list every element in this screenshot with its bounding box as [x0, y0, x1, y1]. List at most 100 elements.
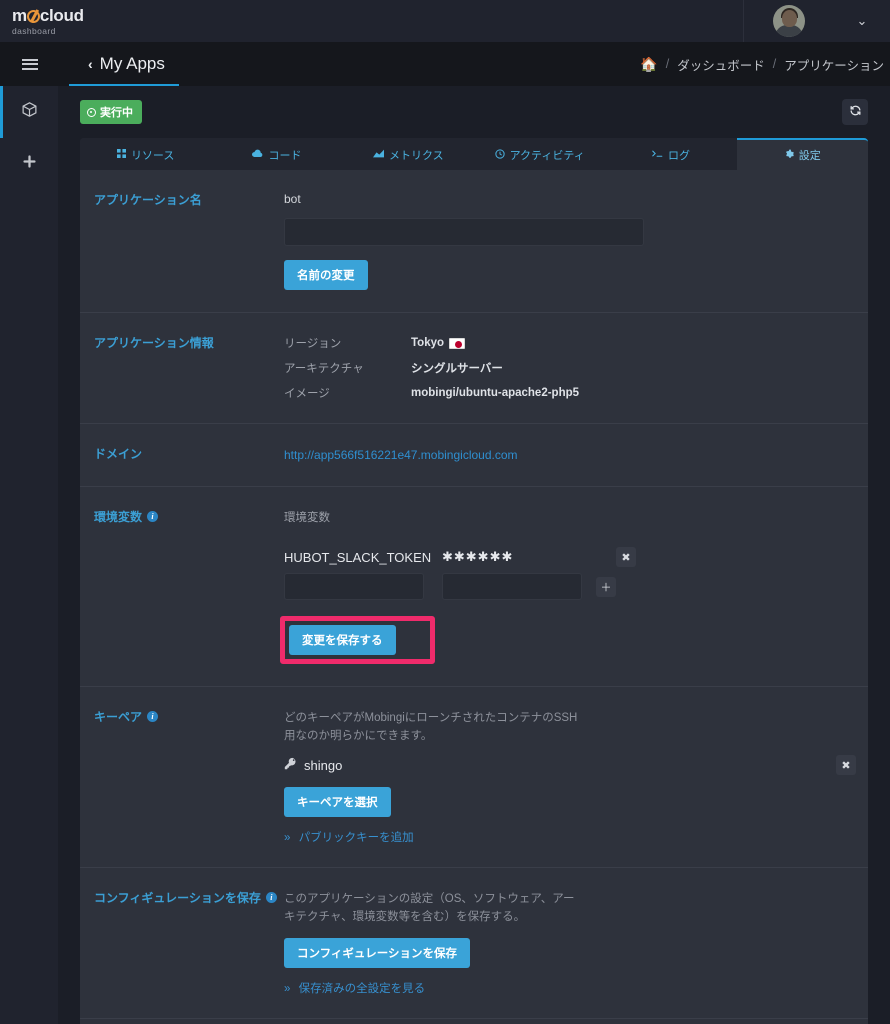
tab-label: メトリクス — [388, 150, 444, 162]
env-add-button[interactable]: ＋ — [596, 576, 616, 597]
section-label: アプリケーション名 — [94, 193, 202, 207]
section-label: ドメイン — [94, 447, 143, 461]
chart-icon — [372, 149, 384, 161]
section-label-text: コンフィギュレーションを保存 — [94, 891, 261, 905]
section-domain: ドメイン http://app566f516221e47.mobingiclou… — [80, 424, 868, 487]
info-value: mobingi/ubuntu-apache2-php5 — [411, 387, 580, 399]
my-apps-back-link[interactable]: ‹ My Apps — [88, 54, 165, 74]
info-key: リージョン — [284, 338, 342, 350]
domain-link[interactable]: http://app566f516221e47.mobingicloud.com — [284, 448, 518, 462]
breadcrumb-separator-2: / — [772, 57, 777, 71]
tab-label: リソース — [130, 150, 175, 162]
app-name-input[interactable] — [284, 218, 644, 246]
main-content: 実行中 リソース コード メトリクス アクティビティ ログ 設定 アプリケーショ… — [58, 86, 890, 1024]
breadcrumb-item-application[interactable]: アプリケーション — [784, 55, 884, 74]
tab-log[interactable]: ログ — [605, 138, 736, 170]
info-icon[interactable]: i — [147, 511, 159, 522]
avatar-image — [773, 5, 805, 37]
action-row: 実行中 — [80, 86, 868, 138]
avatar[interactable] — [744, 5, 834, 37]
brand-bar: m cloud dashboard ⌄ — [0, 0, 890, 42]
info-row-architecture: アーキテクチャ シングルサーバー — [284, 360, 868, 376]
env-new-key-input[interactable] — [284, 573, 424, 600]
section-content: リージョン Tokyo アーキテクチャ シングルサーバー イメージ mobing… — [284, 335, 868, 401]
tab-label: ログ — [667, 150, 690, 162]
tab-resource[interactable]: リソース — [80, 138, 211, 170]
tab-settings[interactable]: 設定 — [736, 138, 868, 170]
info-icon[interactable]: i — [265, 892, 277, 903]
info-icon[interactable]: i — [147, 711, 159, 722]
env-new-row: ＋ — [284, 573, 868, 600]
logo-text-left: m — [12, 5, 27, 25]
account-menu-button[interactable]: ⌄ — [834, 13, 890, 29]
env-row: HUBOT_SLACK_TOKEN ✱✱✱✱✱✱ ✖ — [284, 547, 868, 567]
section-label: アプリケーション情報 — [94, 336, 214, 350]
env-value: ✱✱✱✱✱✱ — [442, 549, 514, 564]
section-label-text: キーペア — [94, 710, 143, 724]
grid-icon — [116, 149, 126, 161]
view-saved-configs-label: 保存済みの全設定を見る — [298, 983, 426, 995]
info-row-image: イメージ mobingi/ubuntu-apache2-php5 — [284, 385, 868, 401]
section-content: bot 名前の変更 — [284, 192, 868, 290]
tab-bar: リソース コード メトリクス アクティビティ ログ 設定 — [80, 138, 868, 170]
tab-activity[interactable]: アクティビティ — [474, 138, 605, 170]
top-bar: ‹ My Apps 🏠 / ダッシュボード / アプリケーション — [0, 42, 890, 86]
section-env-vars: 環境変数 i 環境変数 HUBOT_SLACK_TOKEN ✱✱✱✱✱✱ ✖ ＋… — [80, 487, 868, 687]
section-content: このアプリケーションの設定（OS、ソフトウェア、アーキテクチャ、環境変数等を含む… — [284, 890, 868, 996]
keypair-remove-button[interactable]: ✖ — [836, 755, 856, 775]
breadcrumb-separator: / — [665, 57, 670, 71]
info-key: アーキテクチャ — [284, 363, 364, 375]
keypair-name-text: shingo — [304, 757, 343, 773]
select-keypair-button[interactable]: キーペアを選択 — [284, 787, 391, 817]
breadcrumb: 🏠 / ダッシュボード / アプリケーション — [640, 55, 884, 74]
section-content: 環境変数 HUBOT_SLACK_TOKEN ✱✱✱✱✱✱ ✖ ＋ 変更を保存す… — [280, 509, 868, 664]
section-app-info: アプリケーション情報 リージョン Tokyo アーキテクチャ シングルサーバー — [80, 313, 868, 424]
breadcrumb-item-dashboard[interactable]: ダッシュボード — [677, 55, 765, 74]
app-name-value: bot — [284, 192, 301, 206]
settings-body: アプリケーション名 bot 名前の変更 アプリケーション情報 リージョン Tok… — [80, 170, 868, 1024]
save-configuration-button[interactable]: コンフィギュレーションを保存 — [284, 938, 470, 968]
tab-metrics[interactable]: メトリクス — [343, 138, 474, 170]
section-delete-application: アプリケーションの削除 アプリケーションの削除.. — [80, 1019, 868, 1024]
env-new-value-input[interactable] — [442, 573, 582, 600]
cloud-upload-icon — [252, 149, 263, 161]
section-keypair: キーペア i どのキーペアがMobingiにローンチされたコンテナのSSH用なの… — [80, 687, 868, 868]
logo-circle-icon — [26, 9, 40, 23]
jp-flag-icon — [449, 337, 466, 349]
tab-code[interactable]: コード — [211, 138, 342, 170]
key-icon — [284, 757, 297, 773]
cube-icon — [21, 101, 38, 123]
rail-item-add[interactable] — [0, 138, 58, 190]
keypair-name: shingo — [284, 757, 342, 773]
save-button-highlight: 変更を保存する — [280, 616, 435, 664]
info-value: シングルサーバー — [411, 363, 503, 375]
view-saved-configs-link[interactable]: » 保存済みの全設定を見る — [284, 980, 868, 996]
refresh-icon — [849, 104, 862, 120]
refresh-button[interactable] — [842, 99, 868, 125]
menu-toggle-button[interactable] — [0, 56, 60, 72]
status-dot-icon — [87, 107, 96, 117]
left-rail — [0, 86, 58, 1024]
plus-icon — [21, 153, 38, 175]
rail-item-apps[interactable] — [0, 86, 58, 138]
status-badge[interactable]: 実行中 — [80, 100, 142, 124]
section-label: 環境変数 i — [94, 509, 284, 664]
logo[interactable]: m cloud dashboard — [0, 7, 90, 36]
chevron-down-icon: ⌄ — [856, 13, 868, 28]
info-key: イメージ — [284, 388, 330, 400]
env-table: HUBOT_SLACK_TOKEN ✱✱✱✱✱✱ ✖ ＋ — [284, 547, 868, 600]
keypair-description: どのキーペアがMobingiにローンチされたコンテナのSSH用なのか明らかにでき… — [284, 712, 578, 742]
page-title: My Apps — [99, 54, 165, 73]
env-remove-button[interactable]: ✖ — [616, 547, 636, 567]
section-content: http://app566f516221e47.mobingicloud.com — [284, 446, 868, 464]
rename-button[interactable]: 名前の変更 — [284, 260, 368, 290]
home-icon[interactable]: 🏠 — [640, 56, 657, 73]
chevron-left-icon: ‹ — [88, 56, 93, 72]
add-public-key-link[interactable]: » パブリックキーを追加 — [284, 829, 868, 845]
env-save-button[interactable]: 変更を保存する — [289, 625, 396, 655]
env-key: HUBOT_SLACK_TOKEN — [284, 549, 432, 565]
keypair-selected-row: shingo ✖ — [284, 755, 868, 775]
section-content: どのキーペアがMobingiにローンチされたコンテナのSSH用なのか明らかにでき… — [284, 709, 868, 845]
avatar-head — [781, 10, 797, 27]
tab-label: 設定 — [798, 150, 821, 162]
